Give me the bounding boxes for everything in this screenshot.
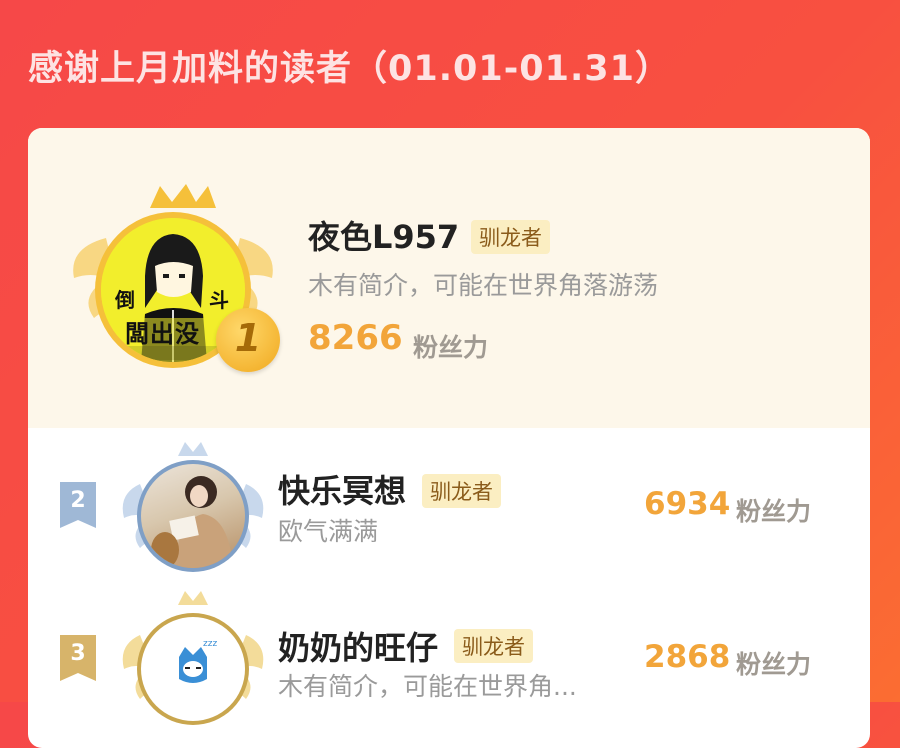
portrait-photo — [151, 476, 233, 568]
rank-3-flag: 3 — [60, 635, 96, 681]
rank-1-number: 1 — [234, 316, 262, 360]
fan-power-value: 6934 — [644, 486, 731, 522]
reader-badge: 驯龙者 — [422, 474, 501, 508]
reader-name[interactable]: 快乐冥想 — [278, 466, 406, 512]
rank-2-number: 2 — [70, 488, 86, 513]
rank-3-number: 3 — [70, 641, 86, 666]
fan-power-label: 粉丝力 — [736, 497, 812, 526]
fan-power-label: 粉丝力 — [413, 333, 489, 362]
reader-badge: 驯龙者 — [471, 220, 550, 254]
reader-bio: 欧气满满 — [278, 517, 379, 546]
reader-name[interactable]: 奶奶的旺仔 — [278, 623, 438, 669]
reader-badge: 驯龙者 — [454, 629, 533, 663]
reader-bio: 木有简介，可能在世界角... — [278, 672, 577, 701]
fan-power-value: 8266 — [308, 318, 403, 358]
fan-power-label: 粉丝力 — [736, 650, 812, 679]
avatar-rank-2[interactable] — [118, 438, 268, 578]
avatar-text-bottom: 闆出没 — [125, 320, 200, 348]
avatar-image: zzz — [141, 617, 245, 721]
rank-2-flag: 2 — [60, 482, 96, 528]
sleep-zzz-text: zzz — [203, 639, 218, 649]
avatar-text-right: 斗 — [209, 288, 229, 312]
page-title: 感谢上月加料的读者（01.01-01.31） — [28, 49, 671, 89]
rank-1-medal: 1 — [216, 308, 280, 372]
reader-name[interactable]: 夜色L957 — [308, 212, 459, 258]
reader-row-2[interactable]: 2 快乐冥想 驯龙者 欧气满满 6934 粉丝力 — [28, 428, 870, 578]
sleeping-mascot-icon — [179, 647, 207, 683]
avatar-text-left: 倒 — [115, 288, 135, 312]
leaderboard-card: 倒 斗 闆出没 1 夜色L957 驯龙者 木有简介，可能在世界角落游荡 8266… — [28, 128, 870, 748]
avatar-image — [141, 464, 245, 568]
avatar-rank-3[interactable]: zzz — [118, 587, 268, 737]
reader-row-3[interactable]: 3 zzz 奶奶的旺仔 驯龙者 木有简介，可能在世界角... 2868 粉丝力 — [28, 583, 870, 743]
fan-power-value: 2868 — [644, 639, 731, 675]
reader-bio: 木有简介，可能在世界角落游荡 — [308, 271, 659, 300]
top-reader-section: 倒 斗 闆出没 1 夜色L957 驯龙者 木有简介，可能在世界角落游荡 8266… — [28, 128, 870, 428]
avatar-rank-1[interactable]: 倒 斗 闆出没 1 — [68, 178, 280, 378]
